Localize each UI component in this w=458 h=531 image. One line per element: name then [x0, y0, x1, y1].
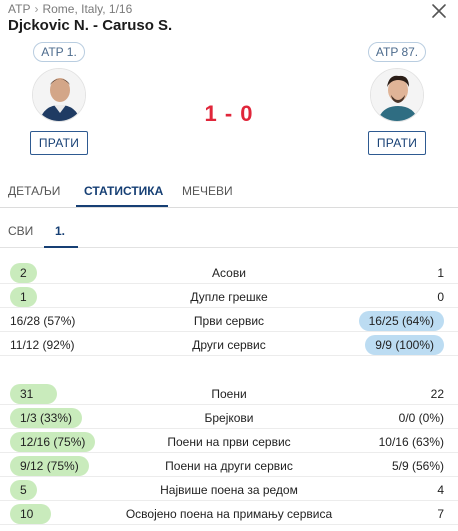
stat-label: Дупле грешке [190, 290, 268, 304]
breadcrumb-tournament[interactable]: Rome, Italy, 1/16 [42, 2, 132, 16]
stat-row: 10 Освојено поена на примању сервиса 7 [0, 503, 458, 525]
away-player: ATP 87. ПРАТИ [342, 42, 452, 155]
stat-label: Брејкови [204, 411, 254, 425]
home-follow-button[interactable]: ПРАТИ [29, 131, 89, 155]
breadcrumb: ATP › Rome, Italy, 1/16 [8, 2, 132, 16]
home-player: ATP 1. ПРАТИ [4, 42, 114, 155]
tab-details[interactable]: ДЕТАЉИ [8, 184, 60, 198]
home-rank-badge: ATP 1. [33, 42, 85, 62]
stat-label: Поени на други сервис [165, 459, 293, 473]
stat-row: 2 Асови 1 [0, 262, 458, 284]
stat-row: 11/12 (92%) Други сервис 9/9 (100%) [0, 334, 458, 356]
close-icon[interactable] [428, 0, 450, 22]
stat-away-value: 9/9 (100%) [365, 335, 444, 355]
active-tab-indicator [76, 205, 168, 207]
stat-away-value: 0 [437, 290, 444, 304]
tab-matches[interactable]: МЕЧЕВИ [182, 184, 233, 198]
match-score: 1 - 0 [204, 101, 254, 126]
stat-away-value: 5/9 (56%) [391, 459, 444, 473]
stat-row: 31 Поени 22 [0, 383, 458, 405]
main-tabs: ДЕТАЉИ СТАТИСТИКА МЕЧЕВИ [0, 178, 458, 208]
stat-row: 9/12 (75%) Поени на други сервис 5/9 (56… [0, 455, 458, 477]
stat-away-value: 22 [430, 387, 444, 401]
stat-row: 16/28 (57%) Први сервис 16/25 (64%) [0, 310, 458, 332]
stat-away-value: 10/16 (63%) [378, 435, 444, 449]
away-follow-button[interactable]: ПРАТИ [367, 131, 427, 155]
stat-label: Поени [211, 387, 247, 401]
stat-row: 12/16 (75%) Поени на први сервис 10/16 (… [0, 431, 458, 453]
stat-away-value: 7 [437, 507, 444, 521]
tab-statistics[interactable]: СТАТИСТИКА [84, 184, 163, 198]
away-rank-badge: ATP 87. [367, 42, 427, 62]
set-subtabs: СВИ 1. [0, 212, 458, 248]
match-title: Djckovic N. - Caruso S. [8, 17, 173, 34]
stat-row: 1/3 (33%) Брејкови 0/0 (0%) [0, 407, 458, 429]
subtab-all[interactable]: СВИ [8, 224, 33, 238]
stat-away-value: 1 [437, 266, 444, 280]
stat-row: 1 Дупле грешке 0 [0, 286, 458, 308]
subtab-set-1[interactable]: 1. [55, 224, 65, 238]
stat-away-value: 0/0 (0%) [398, 411, 444, 425]
breadcrumb-separator-icon: › [34, 2, 39, 16]
breadcrumb-sport[interactable]: ATP [8, 2, 30, 16]
active-subtab-indicator [44, 246, 78, 248]
stat-label: Освојено поена на примању сервиса [125, 507, 333, 521]
stat-away-value: 16/25 (64%) [358, 311, 444, 331]
stat-row: 5 Највише поена за редом 4 [0, 479, 458, 501]
stat-away-value: 4 [437, 483, 444, 497]
stat-label: Највише поена за редом [160, 483, 298, 497]
stat-label: Асови [212, 266, 246, 280]
